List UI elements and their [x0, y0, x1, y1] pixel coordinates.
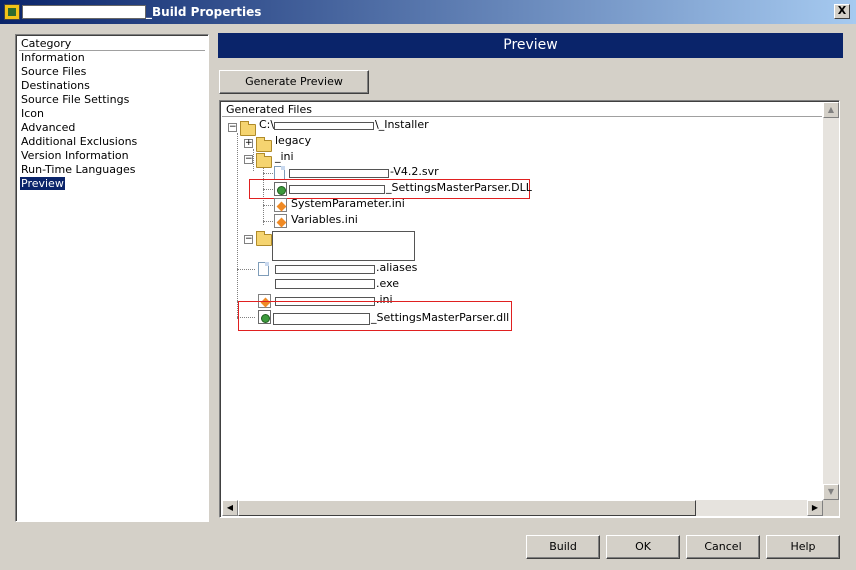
generated-files-tree[interactable]: Generated Files − C:\ \_Installer + lega… — [219, 100, 840, 518]
horizontal-scrollbar[interactable]: ◀ ▶ — [222, 500, 823, 516]
ini-icon — [274, 198, 287, 212]
folder-icon — [240, 121, 256, 136]
file-exe[interactable]: .exe — [376, 277, 399, 290]
tree-connector — [263, 173, 273, 174]
folder-ini[interactable]: _ini — [275, 150, 294, 163]
category-item-label: Run-Time Languages — [21, 163, 136, 176]
scroll-right-arrow-icon[interactable]: ▶ — [807, 500, 823, 516]
redacted-filename — [289, 185, 385, 194]
category-item-label: Additional Exclusions — [21, 135, 138, 148]
category-item-version-information[interactable]: Version Information — [16, 149, 208, 163]
file-svr[interactable]: -V4.2.svr — [390, 165, 439, 178]
category-item-label: Version Information — [21, 149, 129, 162]
redacted-path — [274, 122, 374, 130]
file-icon — [258, 262, 269, 276]
category-list[interactable]: Category Information Source Files Destin… — [15, 34, 209, 522]
redacted-filename — [273, 313, 370, 325]
redacted-folder-name — [272, 231, 415, 261]
scroll-left-arrow-icon[interactable]: ◀ — [222, 500, 238, 516]
file-icon — [274, 166, 285, 180]
title-bar: _Build Properties X — [0, 0, 856, 24]
folder-icon — [256, 153, 272, 168]
folder-legacy[interactable]: legacy — [275, 134, 311, 147]
cancel-button[interactable]: Cancel — [686, 535, 760, 559]
category-item-advanced[interactable]: Advanced — [16, 121, 208, 135]
expand-legacy-toggle[interactable]: + — [244, 139, 253, 148]
generated-files-header: Generated Files — [222, 102, 822, 117]
category-item-label: Destinations — [21, 79, 90, 92]
collapse-ini-toggle[interactable]: − — [244, 155, 253, 164]
ok-button[interactable]: OK — [606, 535, 680, 559]
folder-icon — [256, 231, 272, 246]
redacted-filename — [275, 265, 375, 274]
collapse-root-toggle[interactable]: − — [228, 123, 237, 132]
tree-connector — [263, 221, 273, 222]
tree-connector — [253, 149, 254, 171]
redacted-filename — [275, 279, 375, 289]
root-path-prefix: C:\ — [259, 118, 275, 131]
category-item-preview[interactable]: Preview — [16, 177, 208, 191]
vertical-scrollbar[interactable]: ▲ ▼ — [823, 102, 839, 500]
scroll-down-arrow-icon[interactable]: ▼ — [823, 484, 839, 500]
category-item-information[interactable]: Information — [16, 51, 208, 65]
file-dll-upper[interactable]: _SettingsMasterParser.DLL — [386, 181, 532, 194]
preview-header: Preview — [218, 33, 843, 58]
category-item-label: Advanced — [21, 121, 76, 134]
category-item-source-file-settings[interactable]: Source File Settings — [16, 93, 208, 107]
folder-icon — [256, 137, 272, 152]
category-item-additional-exclusions[interactable]: Additional Exclusions — [16, 135, 208, 149]
file-aliases[interactable]: .aliases — [376, 261, 417, 274]
title-redacted-name — [22, 5, 146, 19]
dll-icon — [258, 310, 271, 324]
scroll-up-arrow-icon[interactable]: ▲ — [823, 102, 839, 118]
window-title: _Build Properties — [146, 5, 262, 19]
category-item-icon[interactable]: Icon — [16, 107, 208, 121]
dll-icon — [274, 182, 287, 196]
collapse-folder-toggle[interactable]: − — [244, 235, 253, 244]
horizontal-scroll-thumb[interactable] — [238, 500, 696, 516]
category-header: Category — [19, 37, 205, 51]
generate-preview-button[interactable]: Generate Preview — [219, 70, 369, 94]
redacted-filename — [289, 169, 389, 178]
scrollbar-corner — [823, 500, 839, 516]
category-item-label: Source Files — [21, 65, 87, 78]
file-variables[interactable]: Variables.ini — [291, 213, 358, 226]
labview-icon — [4, 4, 20, 20]
category-item-run-time-languages[interactable]: Run-Time Languages — [16, 163, 208, 177]
category-item-label: Icon — [21, 107, 44, 120]
root-path-suffix: \_Installer — [375, 118, 429, 131]
category-item-label: Source File Settings — [21, 93, 130, 106]
category-item-source-files[interactable]: Source Files — [16, 65, 208, 79]
category-item-label: Preview — [20, 177, 65, 190]
tree-connector — [237, 133, 238, 319]
category-item-destinations[interactable]: Destinations — [16, 79, 208, 93]
file-system-parameter[interactable]: SystemParameter.ini — [291, 197, 405, 210]
tree-connector — [263, 205, 273, 206]
file-dll-lower[interactable]: _SettingsMasterParser.dll — [371, 311, 509, 324]
tree-connector — [237, 269, 255, 270]
help-button[interactable]: Help — [766, 535, 840, 559]
category-item-label: Information — [21, 51, 85, 64]
ini-icon — [274, 214, 287, 228]
build-button[interactable]: Build — [526, 535, 600, 559]
close-button[interactable]: X — [834, 4, 850, 19]
